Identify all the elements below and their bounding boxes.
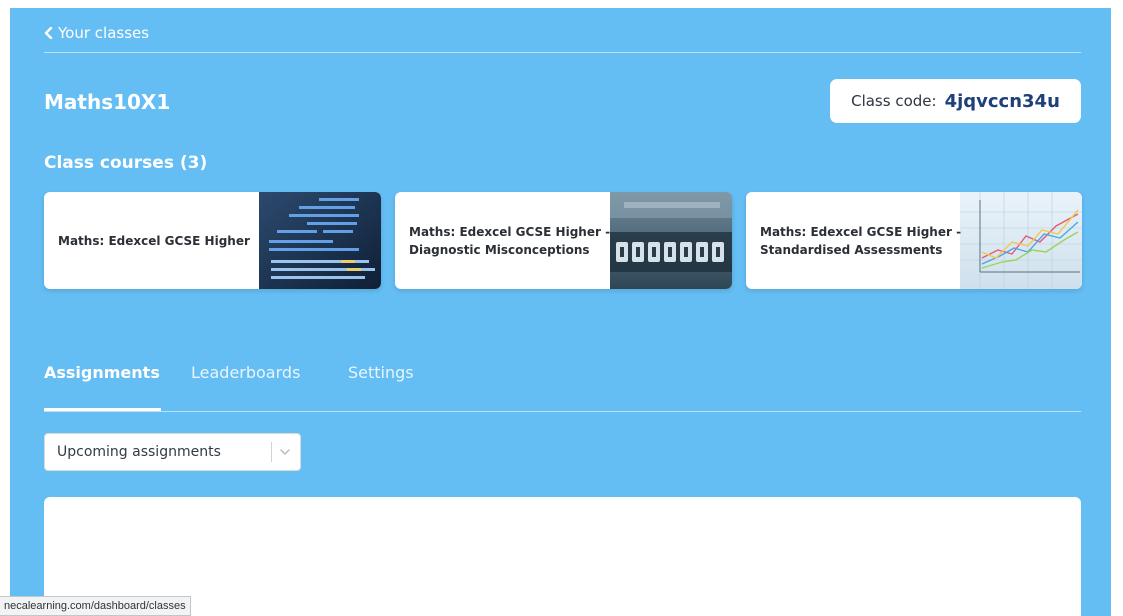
tab-assignments[interactable]: Assignments xyxy=(44,363,160,382)
class-title: Maths10X1 xyxy=(44,90,171,114)
class-code-value: 4jqvccn34u xyxy=(944,90,1060,112)
line-graph-image xyxy=(960,192,1082,289)
header-divider xyxy=(44,52,1081,53)
course-title: Maths: Edexcel GCSE Higher - Diagnostic … xyxy=(409,224,611,257)
chevron-down-icon[interactable] xyxy=(279,446,291,458)
course-card[interactable]: Maths: Edexcel GCSE Higher - Standardise… xyxy=(746,192,1082,289)
assignment-filter-select[interactable]: Upcoming assignments xyxy=(44,433,301,471)
code-screen-image xyxy=(259,192,381,289)
class-page: Your classes Maths10X1 Class code: 4jqvc… xyxy=(10,8,1111,616)
tabs-divider xyxy=(44,411,1081,412)
back-link-label: Your classes xyxy=(58,24,150,42)
class-code-box: Class code: 4jqvccn34u xyxy=(830,79,1081,123)
select-separator xyxy=(271,442,272,462)
tab-leaderboards[interactable]: Leaderboards xyxy=(191,363,300,382)
class-courses-heading: Class courses (3) xyxy=(44,153,208,173)
back-to-classes-link[interactable]: Your classes xyxy=(44,24,149,42)
assignments-panel xyxy=(44,497,1081,616)
status-bar-url: necalearning.com/dashboard/classes xyxy=(0,596,191,616)
course-title: Maths: Edexcel GCSE Higher - Standardise… xyxy=(760,224,962,257)
page: Your classes Maths10X1 Class code: 4jqvc… xyxy=(0,0,1123,616)
course-title: Maths: Edexcel GCSE Higher xyxy=(58,233,250,248)
tab-settings[interactable]: Settings xyxy=(348,363,414,382)
class-code-label: Class code: xyxy=(851,92,937,110)
course-card[interactable]: Maths: Edexcel GCSE Higher xyxy=(44,192,381,289)
course-card[interactable]: Maths: Edexcel GCSE Higher - Diagnostic … xyxy=(395,192,732,289)
assignment-filter-value: Upcoming assignments xyxy=(57,444,221,460)
counter-dial-image xyxy=(610,192,732,289)
chevron-left-icon xyxy=(44,27,53,39)
